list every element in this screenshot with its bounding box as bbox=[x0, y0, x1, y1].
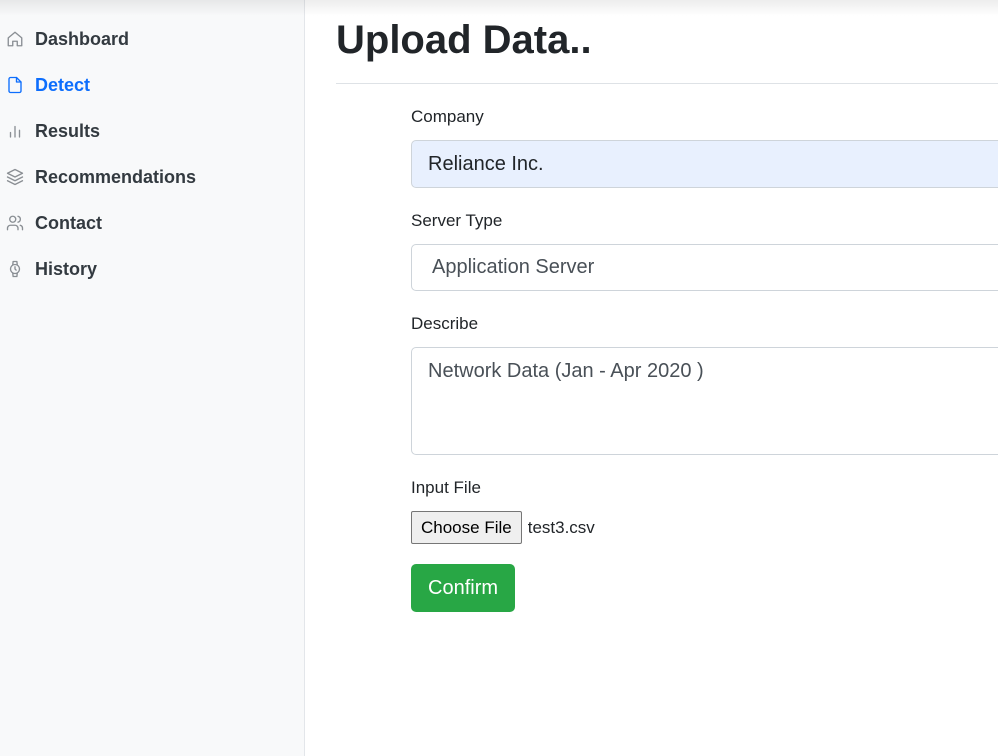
company-label: Company bbox=[411, 107, 484, 126]
server-type-label: Server Type bbox=[411, 211, 503, 230]
input-file-label: Input File bbox=[411, 478, 481, 497]
sidebar-item-contact[interactable]: Contact bbox=[0, 200, 304, 246]
choose-file-button[interactable]: Choose File bbox=[411, 511, 522, 544]
file-icon bbox=[6, 76, 24, 94]
company-input[interactable] bbox=[411, 140, 998, 188]
sidebar-item-label: Detect bbox=[35, 74, 91, 95]
selected-file-name: test3.csv bbox=[527, 517, 595, 537]
sidebar-item-detect[interactable]: Detect bbox=[0, 62, 304, 108]
main-content: Upload Data.. Company Server Type Applic… bbox=[305, 0, 998, 756]
sidebar-item-label: Results bbox=[35, 120, 101, 141]
home-icon bbox=[6, 30, 24, 48]
server-type-select[interactable]: Application Server bbox=[411, 244, 998, 291]
sidebar-item-results[interactable]: Results bbox=[0, 108, 304, 154]
sidebar: Dashboard Detect Results Recommendations… bbox=[0, 0, 305, 756]
bar-chart-icon bbox=[6, 122, 24, 140]
describe-label: Describe bbox=[411, 314, 479, 333]
sidebar-item-label: Contact bbox=[35, 212, 102, 233]
sidebar-nav: Dashboard Detect Results Recommendations… bbox=[0, 0, 304, 292]
file-input: Choose File test3.csv bbox=[411, 511, 595, 544]
page-title: Upload Data.. bbox=[336, 18, 592, 62]
layers-icon bbox=[6, 168, 24, 186]
sidebar-item-history[interactable]: History bbox=[0, 246, 304, 292]
sidebar-item-label: History bbox=[35, 258, 98, 279]
confirm-button[interactable]: Confirm bbox=[411, 564, 516, 612]
title-divider bbox=[336, 83, 998, 84]
sidebar-item-dashboard[interactable]: Dashboard bbox=[0, 16, 304, 62]
server-type-value: Application Server bbox=[432, 256, 595, 278]
sidebar-item-label: Recommendations bbox=[35, 166, 197, 187]
watch-icon bbox=[6, 260, 24, 278]
describe-textarea[interactable]: Network Data (Jan - Apr 2020 ) bbox=[411, 347, 998, 455]
users-icon bbox=[6, 214, 24, 232]
sidebar-item-recommendations[interactable]: Recommendations bbox=[0, 154, 304, 200]
sidebar-item-label: Dashboard bbox=[35, 28, 130, 49]
